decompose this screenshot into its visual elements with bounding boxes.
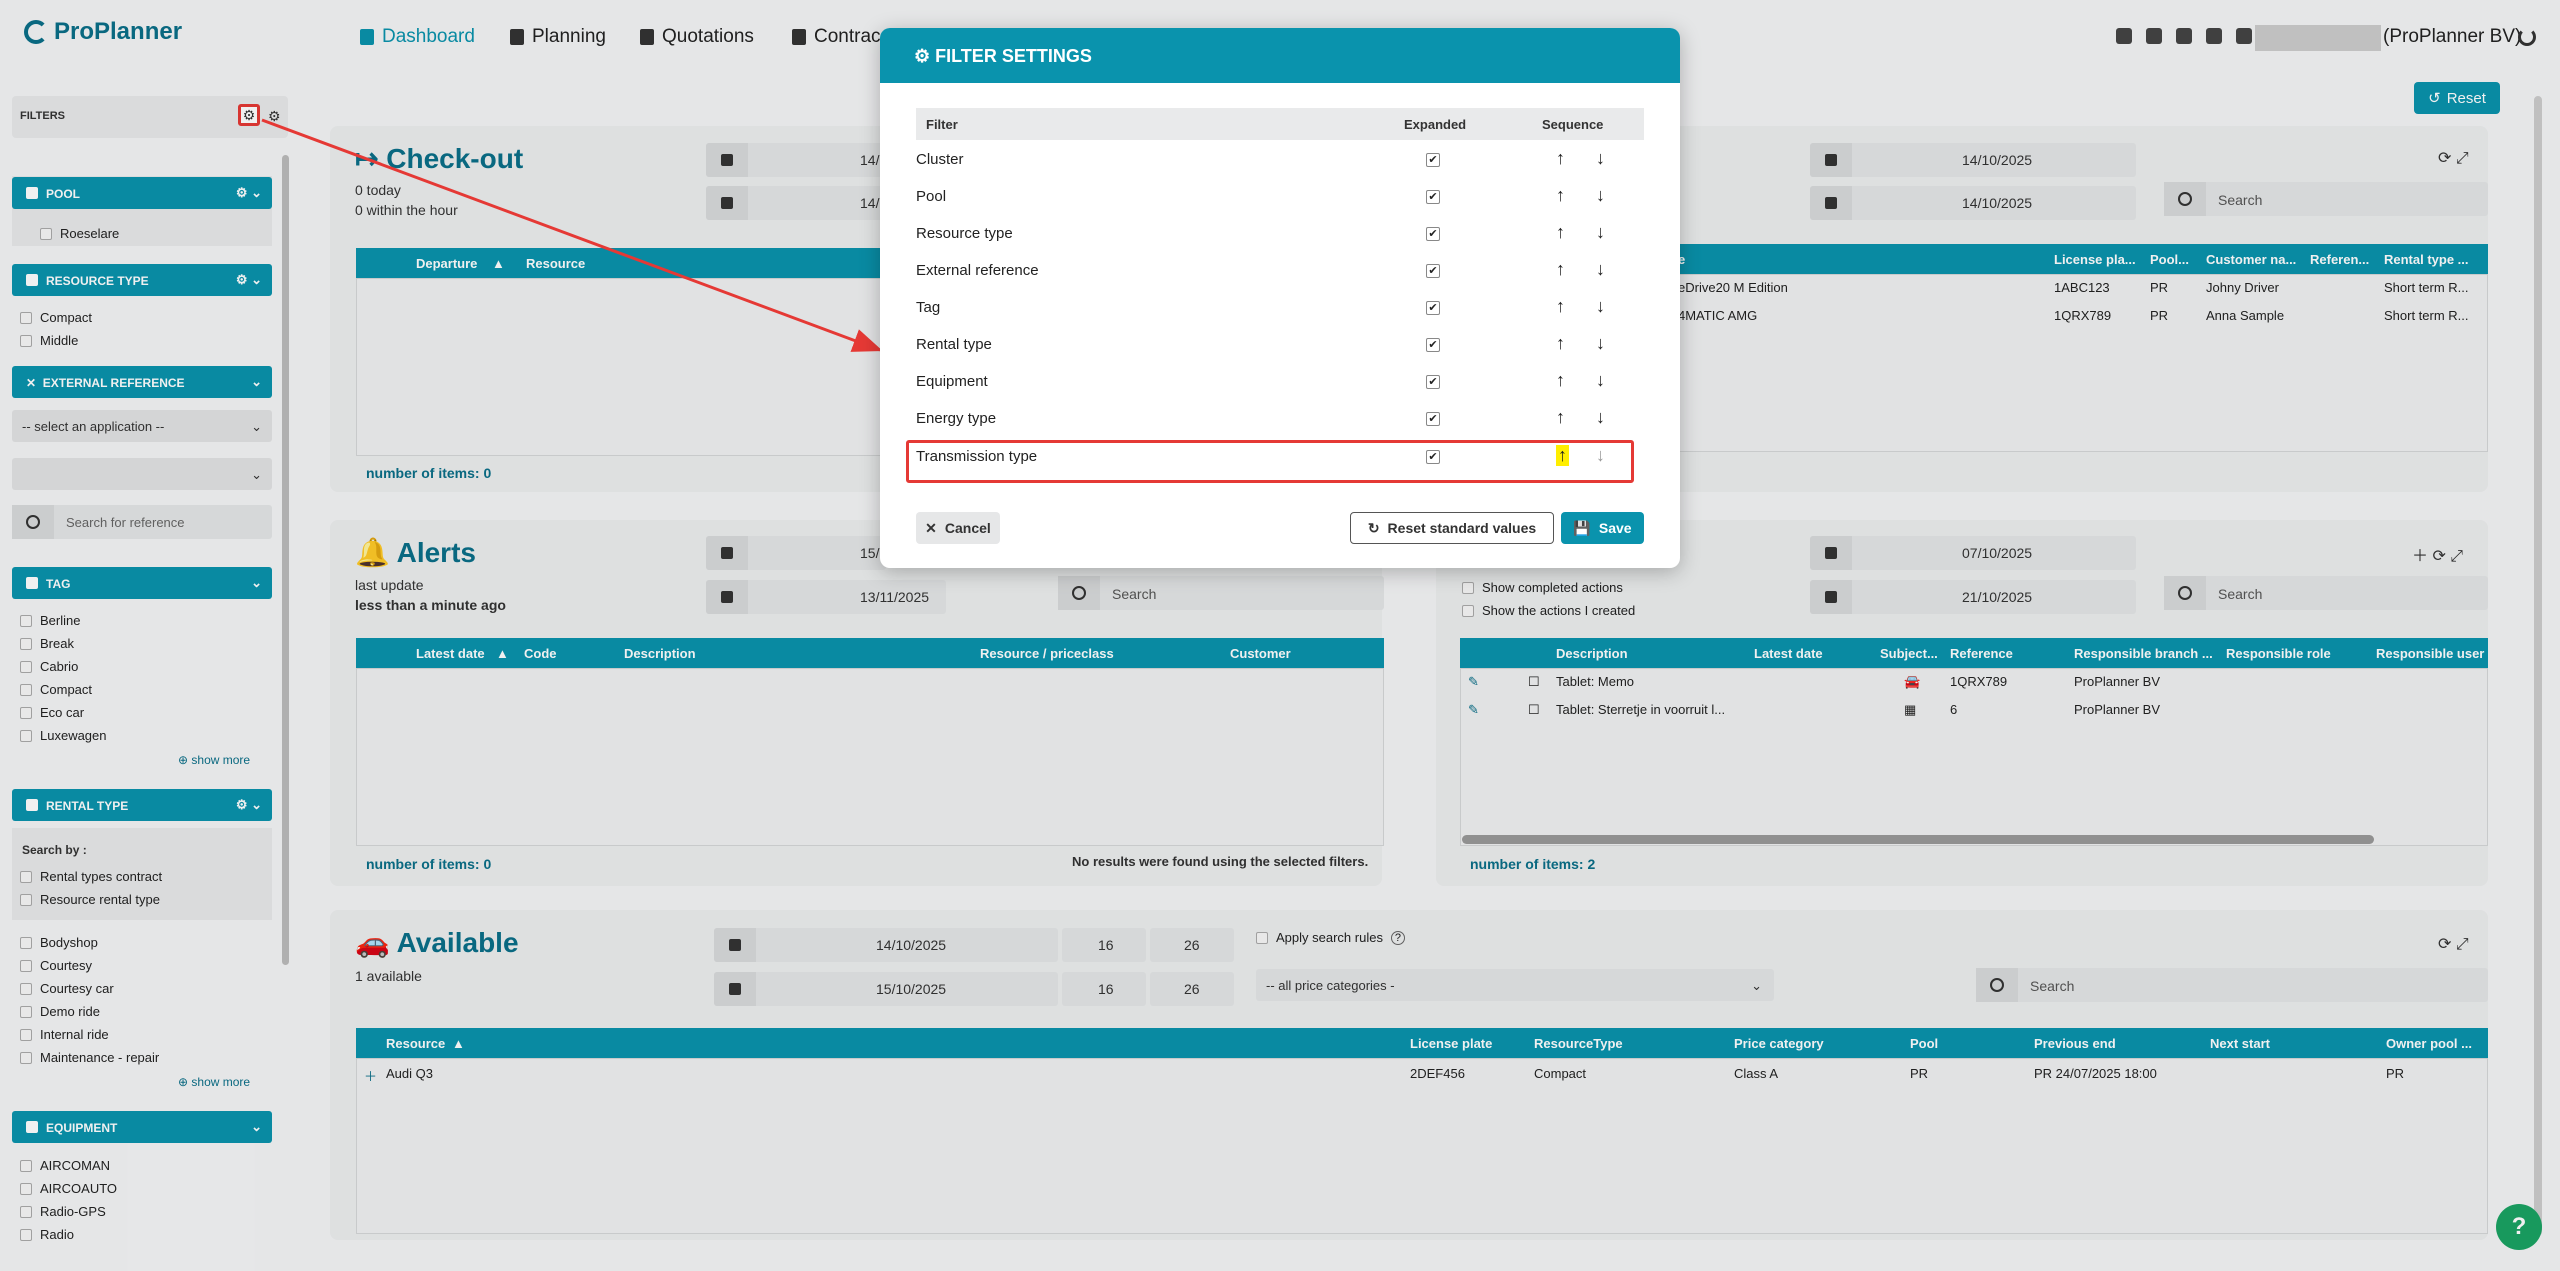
expanded-checkbox[interactable]: ✔ [1426, 375, 1440, 389]
arrow-down-icon[interactable]: ↓ [1596, 407, 1605, 428]
arrow-up-icon[interactable]: ↑ [1556, 370, 1565, 391]
settings-table-header: Filter Expanded Sequence [916, 108, 1644, 140]
arrow-down-icon[interactable]: ↓ [1596, 222, 1605, 243]
arrow-down-icon[interactable]: ↓ [1596, 259, 1605, 280]
expanded-checkbox[interactable]: ✔ [1426, 264, 1440, 278]
arrow-down-icon[interactable]: ↓ [1596, 185, 1605, 206]
arrow-down-icon[interactable]: ↓ [1596, 370, 1605, 391]
arrow-up-icon[interactable]: ↑ [1556, 222, 1565, 243]
settings-row-resource-type: Resource type ✔ ↑ ↓ [916, 222, 1605, 243]
settings-row-equipment: Equipment ✔ ↑ ↓ [916, 370, 1605, 391]
settings-row-tag: Tag ✔ ↑ ↓ [916, 296, 1605, 317]
expanded-checkbox[interactable]: ✔ [1426, 153, 1440, 167]
dialog-header: ⚙ FILTER SETTINGS [880, 28, 1680, 83]
arrow-up-icon[interactable]: ↑ [1556, 407, 1565, 428]
expanded-checkbox[interactable]: ✔ [1426, 338, 1440, 352]
filter-settings-dialog: ⚙ FILTER SETTINGS Filter Expanded Sequen… [880, 28, 1680, 568]
highlight-box [906, 440, 1634, 483]
arrow-up-icon[interactable]: ↑ [1556, 333, 1565, 354]
refresh-icon: ↻ [1367, 519, 1380, 536]
expanded-checkbox[interactable]: ✔ [1426, 412, 1440, 426]
arrow-up-icon[interactable]: ↑ [1556, 259, 1565, 280]
arrow-up-icon[interactable]: ↑ [1556, 296, 1565, 317]
arrow-down-icon[interactable]: ↓ [1596, 296, 1605, 317]
settings-row-rental-type: Rental type ✔ ↑ ↓ [916, 333, 1605, 354]
arrow-up-icon[interactable]: ↑ [1556, 185, 1565, 206]
save-button[interactable]: 💾 Save [1561, 512, 1644, 544]
cancel-button[interactable]: ✕ Cancel [916, 512, 1000, 544]
arrow-down-icon[interactable]: ↓ [1596, 148, 1605, 169]
reset-standard-button[interactable]: ↻ Reset standard values [1350, 512, 1554, 544]
settings-row-pool: Pool ✔ ↑ ↓ [916, 185, 1605, 206]
arrow-up-icon[interactable]: ↑ [1556, 148, 1565, 169]
settings-row-energy-type: Energy type ✔ ↑ ↓ [916, 407, 1605, 428]
arrow-down-icon[interactable]: ↓ [1596, 333, 1605, 354]
save-icon: 💾 [1573, 519, 1591, 536]
settings-row-external-reference: External reference ✔ ↑ ↓ [916, 259, 1605, 280]
settings-row-cluster: Cluster ✔ ↑ ↓ [916, 148, 1605, 169]
expanded-checkbox[interactable]: ✔ [1426, 227, 1440, 241]
expanded-checkbox[interactable]: ✔ [1426, 301, 1440, 315]
close-icon: ✕ [925, 519, 937, 536]
expanded-checkbox[interactable]: ✔ [1426, 190, 1440, 204]
gear-icon: ⚙ [914, 46, 931, 66]
